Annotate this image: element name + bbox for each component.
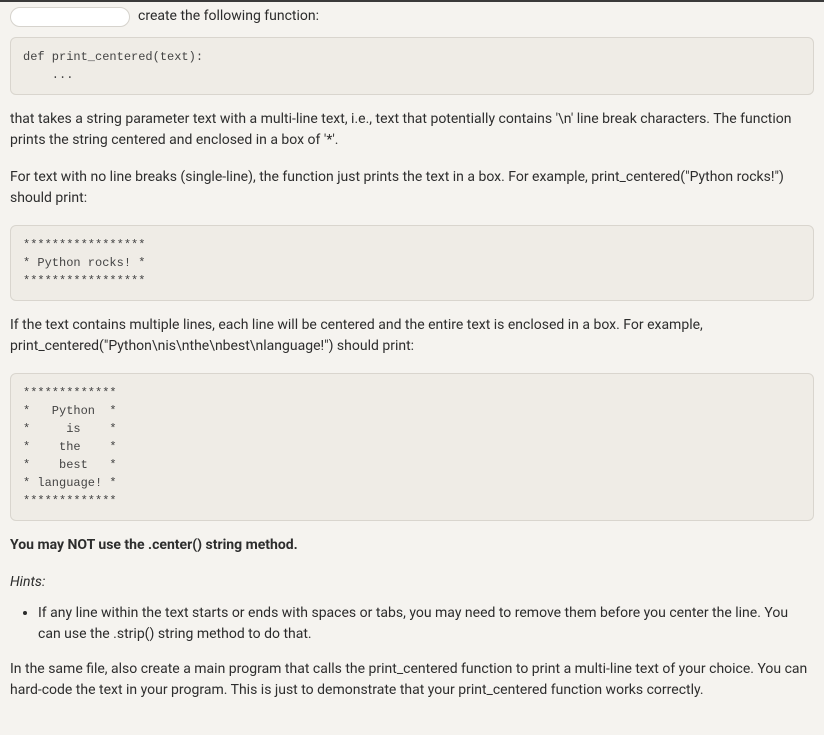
hints-label: Hints: xyxy=(10,572,814,593)
filename-input[interactable] xyxy=(10,7,130,27)
hints-list: If any line within the text starts or en… xyxy=(10,603,814,645)
paragraph-single-line-example: For text with no line breaks (single-lin… xyxy=(10,167,814,209)
restriction-note: You may NOT use the .center() string met… xyxy=(10,535,814,556)
paragraph-multi-line-example: If the text contains multiple lines, eac… xyxy=(10,315,814,357)
intro-tail-text: create the following function: xyxy=(138,6,319,27)
code-block-function-def: def print_centered(text): ... xyxy=(10,37,814,95)
list-item: If any line within the text starts or en… xyxy=(38,603,814,645)
intro-row: create the following function: xyxy=(10,6,814,27)
closing-paragraph: In the same file, also create a main pro… xyxy=(10,659,814,701)
code-block-example-single: ***************** * Python rocks! * ****… xyxy=(10,225,814,301)
document-body: create the following function: def print… xyxy=(0,2,824,735)
paragraph-description: that takes a string parameter text with … xyxy=(10,109,814,151)
restriction-text: You may NOT use the .center() string met… xyxy=(10,537,298,553)
code-block-example-multi: ************* * Python * * is * * the * … xyxy=(10,373,814,521)
